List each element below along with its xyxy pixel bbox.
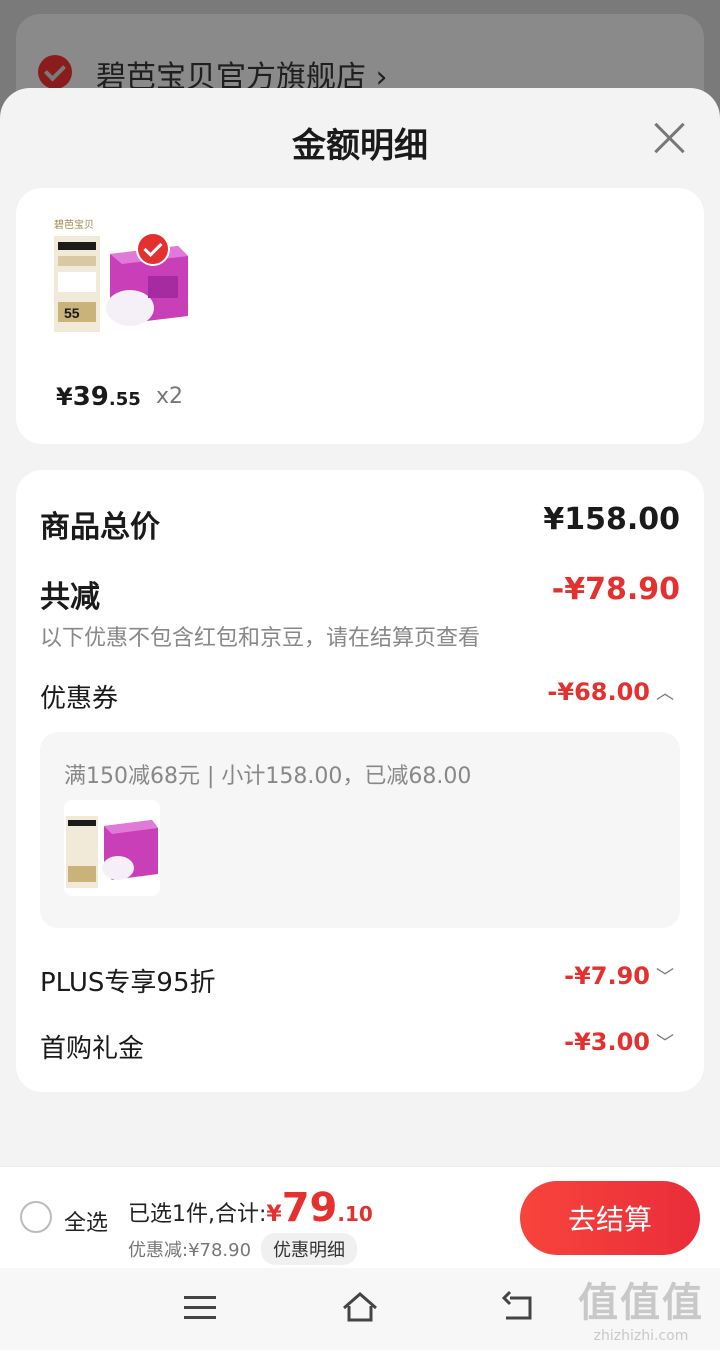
product-card: 55 碧芭宝贝 ¥39.55 x2: [16, 188, 704, 444]
select-all-radio[interactable]: [20, 1201, 52, 1233]
home-icon[interactable]: [340, 1290, 380, 1324]
sheet-title: 金额明细: [292, 126, 428, 166]
plus-discount-label[interactable]: PLUS专享95折: [40, 962, 216, 999]
discount-detail-button[interactable]: 优惠明细: [261, 1233, 358, 1265]
sum-currency: ¥: [266, 1202, 282, 1227]
plus-discount-value: -¥7.90: [564, 962, 650, 990]
reduction-note: 以下优惠不包含红包和京豆，请在结算页查看: [40, 626, 481, 651]
amount-detail-sheet: 金额明细 55 碧芭宝贝 ¥39.55 x2 商品总价 ¥158.00 共减 -…: [0, 88, 720, 1350]
store-checked-icon: [38, 55, 72, 89]
price-detail-card: 商品总价 ¥158.00 共减 -¥78.90 以下优惠不包含红包和京豆，请在结…: [16, 470, 704, 1092]
close-icon[interactable]: [650, 118, 690, 158]
sum-decimal: .10: [337, 1202, 373, 1226]
discount-text: 优惠减:¥78.90: [128, 1240, 252, 1261]
coupon-product-thumbnail: [64, 800, 160, 896]
product-quantity: x2: [156, 384, 184, 409]
total-reduction-value: -¥78.90: [551, 572, 680, 607]
plus-discount-toggle[interactable]: -¥7.90 ﹀: [564, 962, 674, 990]
total-reduction-label: 共减: [40, 580, 100, 615]
first-purchase-label[interactable]: 首购礼金: [40, 1028, 144, 1065]
coupon-row-toggle[interactable]: -¥68.00 ︿: [547, 678, 674, 706]
product-unit-price: ¥39.55: [56, 382, 141, 412]
coupon-description: 满150减68元 | 小计158.00，已减68.00: [64, 764, 472, 789]
menu-icon[interactable]: [184, 1296, 216, 1320]
coupon-detail-box: 满150减68元 | 小计158.00，已减68.00: [40, 732, 680, 928]
order-total: 已选1件,合计: ¥79.10: [128, 1185, 373, 1231]
product-image-brand: 碧芭宝贝: [54, 218, 94, 231]
coupon-label[interactable]: 优惠券: [40, 678, 118, 715]
select-all-label[interactable]: 全选: [64, 1205, 108, 1237]
watermark-logo: 值值值: [578, 1280, 704, 1326]
product-image-price: 55: [64, 305, 80, 321]
summary-label: 已选1件,合计:: [128, 1202, 267, 1227]
discount-summary: 优惠减:¥78.90 优惠明细: [128, 1233, 358, 1265]
first-purchase-value: -¥3.00: [564, 1028, 650, 1056]
checkout-bar: 全选 已选1件,合计: ¥79.10 优惠减:¥78.90 优惠明细 去结算: [0, 1166, 720, 1268]
chevron-down-icon: ﹀: [656, 967, 674, 988]
first-purchase-toggle[interactable]: -¥3.00 ﹀: [564, 1028, 674, 1056]
back-icon[interactable]: [500, 1290, 540, 1324]
total-price-label: 商品总价: [40, 510, 160, 545]
sum-integer: 79: [281, 1185, 338, 1231]
watermark-url: zhizhizhi.com: [593, 1328, 689, 1344]
chevron-down-icon: ﹀: [656, 1033, 674, 1054]
product-checked-icon[interactable]: [136, 232, 170, 266]
product-image[interactable]: 55 碧芭宝贝: [52, 216, 192, 344]
price-integer: 39: [72, 382, 109, 412]
price-decimal: .55: [108, 389, 141, 410]
price-currency: ¥: [56, 383, 73, 411]
coupon-value: -¥68.00: [547, 678, 650, 706]
chevron-up-icon: ︿: [656, 683, 674, 704]
checkout-button[interactable]: 去结算: [520, 1181, 700, 1255]
site-watermark: 值值值 zhizhizhi.com: [566, 1270, 716, 1344]
total-price-value: ¥158.00: [543, 502, 680, 537]
